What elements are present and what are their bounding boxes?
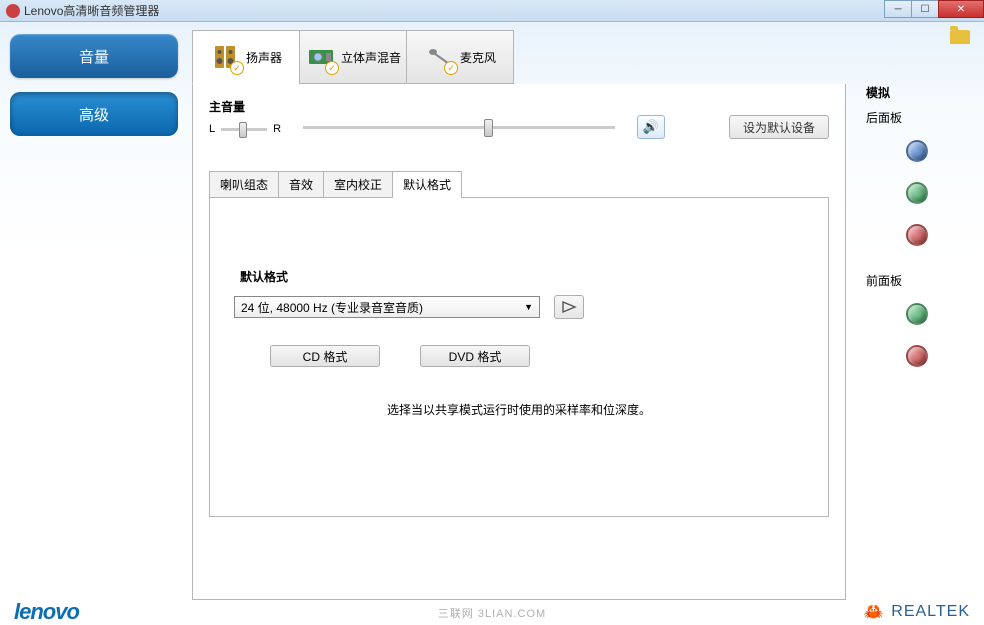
front-panel-label: 前面板 [866, 272, 968, 289]
device-tab-label: 扬声器 [246, 49, 282, 66]
speaker-icon: ✓ [210, 41, 242, 73]
balance-right-label: R [273, 123, 281, 135]
realtek-logo: 🦀 REALTEK [863, 603, 970, 621]
check-icon: ✓ [230, 61, 244, 75]
device-tab-speakers[interactable]: ✓ 扬声器 [192, 30, 300, 84]
volume-slider[interactable] [303, 126, 615, 129]
lenovo-logo: lenovo [14, 599, 79, 625]
main-volume-section: 主音量 L R 🔊 设为默认设备 [209, 98, 829, 139]
jack-green-front[interactable] [906, 303, 928, 325]
format-section-label: 默认格式 [240, 268, 804, 285]
format-select[interactable]: 24 位, 48000 Hz (专业录音室音质) ▼ [234, 296, 540, 318]
window-title: Lenovo高清晰音频管理器 [24, 2, 159, 19]
folder-icon[interactable] [950, 30, 970, 44]
check-icon: ✓ [444, 61, 458, 75]
title-bar: Lenovo高清晰音频管理器 ─ ☐ ✕ [0, 0, 984, 22]
sub-tab-default-format[interactable]: 默认格式 [392, 171, 462, 197]
format-description: 选择当以共享模式运行时使用的采样率和位深度。 [234, 401, 804, 418]
check-icon: ✓ [325, 61, 339, 75]
minimize-button[interactable]: ─ [884, 0, 912, 18]
balance-left-label: L [209, 123, 215, 135]
main-volume-label: 主音量 [209, 98, 829, 115]
test-play-button[interactable] [554, 295, 584, 319]
analog-title: 模拟 [866, 84, 968, 101]
chevron-down-icon: ▼ [524, 302, 533, 312]
device-tab-label: 立体声混音 [341, 49, 401, 66]
sub-tab-room-correction[interactable]: 室内校正 [323, 171, 393, 197]
maximize-button[interactable]: ☐ [911, 0, 939, 18]
sub-tabs: 喇叭组态 音效 室内校正 默认格式 [209, 171, 829, 197]
dvd-format-button[interactable]: DVD 格式 [420, 345, 530, 367]
sound-icon: 🔊 [643, 119, 659, 135]
window-controls: ─ ☐ ✕ [885, 0, 984, 18]
close-button[interactable]: ✕ [938, 0, 984, 18]
soundcard-icon: ✓ [305, 41, 337, 73]
microphone-icon: ✓ [424, 41, 456, 73]
device-tabs: ✓ 扬声器 ✓ 立体声混音 ✓ 麦克风 [192, 30, 846, 84]
play-icon [561, 300, 577, 314]
jack-red-front[interactable] [906, 345, 928, 367]
mute-button[interactable]: 🔊 [637, 115, 665, 139]
jack-green[interactable] [906, 182, 928, 204]
sidebar-item-advanced[interactable]: 高级 [10, 92, 178, 136]
device-tab-microphone[interactable]: ✓ 麦克风 [406, 30, 514, 84]
jack-red[interactable] [906, 224, 928, 246]
default-format-panel: 默认格式 24 位, 48000 Hz (专业录音室音质) ▼ CD 格式 DV… [209, 197, 829, 517]
analog-panel: 模拟 后面板 前面板 [854, 22, 984, 600]
device-tab-stereo-mix[interactable]: ✓ 立体声混音 [299, 30, 407, 84]
watermark: 三联网 3LIAN.COM [438, 605, 546, 621]
cd-format-button[interactable]: CD 格式 [270, 345, 380, 367]
sidebar: 音量 高级 [0, 22, 188, 600]
app-icon [6, 4, 20, 18]
balance-control: L R [209, 123, 281, 135]
sub-tab-sound-effects[interactable]: 音效 [278, 171, 324, 197]
settings-panel: 主音量 L R 🔊 设为默认设备 喇叭组态 音效 [192, 84, 846, 600]
realtek-crab-icon: 🦀 [863, 603, 885, 621]
main-panel: ✓ 扬声器 ✓ 立体声混音 ✓ 麦克风 主音量 [188, 22, 854, 600]
format-selected-value: 24 位, 48000 Hz (专业录音室音质) [241, 299, 423, 316]
sidebar-item-volume[interactable]: 音量 [10, 34, 178, 78]
set-default-device-button[interactable]: 设为默认设备 [729, 115, 829, 139]
sidebar-item-label: 高级 [79, 104, 109, 125]
jack-blue[interactable] [906, 140, 928, 162]
device-tab-label: 麦克风 [460, 49, 496, 66]
sub-tab-speaker-config[interactable]: 喇叭组态 [209, 171, 279, 197]
balance-slider[interactable] [221, 128, 267, 131]
rear-panel-label: 后面板 [866, 109, 968, 126]
sidebar-item-label: 音量 [79, 46, 109, 67]
